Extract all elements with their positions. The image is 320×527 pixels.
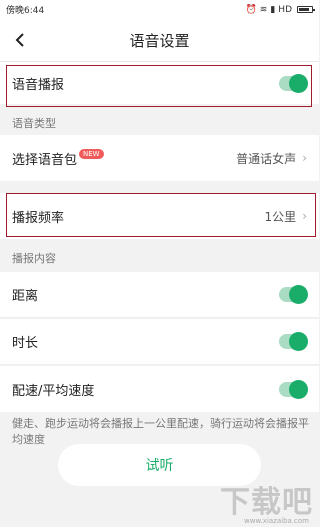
page-title: 语音设置 <box>129 31 190 50</box>
distance-toggle[interactable] <box>279 285 308 304</box>
duration-label: 时长 <box>12 336 39 351</box>
signal-icon: ▮ <box>270 4 276 15</box>
distance-row[interactable]: 距离 <box>0 272 319 318</box>
status-time: 傍晚6:44 <box>6 6 45 16</box>
chevron-right-icon: › <box>302 151 307 165</box>
watermark-url: www.xiazaiba.com <box>244 517 309 525</box>
highlight-box-broadcast-frequency <box>6 193 316 237</box>
watermark-logo: 下载吧 <box>220 485 313 520</box>
duration-row[interactable]: 时长 <box>0 319 319 365</box>
distance-label: 距离 <box>12 289 39 304</box>
status-icons: ⏰ ≋ ▮ HD <box>245 4 315 15</box>
new-badge: NEW <box>79 148 104 159</box>
voice-type-section-label: 语音类型 <box>12 117 56 130</box>
network-label: HD <box>278 4 292 15</box>
pace-toggle[interactable] <box>279 379 308 399</box>
voice-pack-label: 选择语音包 <box>12 152 78 168</box>
back-button[interactable] <box>10 29 30 51</box>
duration-toggle[interactable] <box>279 332 308 351</box>
battery-icon <box>297 6 315 13</box>
voice-pack-row[interactable]: 选择语音包 NEW 普通话女声 › <box>0 135 319 181</box>
broadcast-content-section-label: 播报内容 <box>12 252 56 265</box>
voice-pack-value: 普通话女声 <box>236 151 297 166</box>
status-bar: 傍晚6:44 ⏰ ≋ ▮ HD <box>0 0 319 19</box>
voice-pack-label-wrap: 选择语音包 NEW <box>12 148 104 168</box>
wifi-icon: ≋ <box>259 4 268 15</box>
alarm-icon: ⏰ <box>245 4 257 15</box>
pace-row[interactable]: 配速/平均速度 <box>0 366 319 412</box>
pace-label: 配速/平均速度 <box>12 383 95 399</box>
highlight-box-voice-broadcast <box>6 65 312 107</box>
header: 语音设置 <box>0 19 319 62</box>
voice-pack-value-wrap: 普通话女声 › <box>236 150 307 167</box>
back-arrow-icon <box>15 33 24 47</box>
